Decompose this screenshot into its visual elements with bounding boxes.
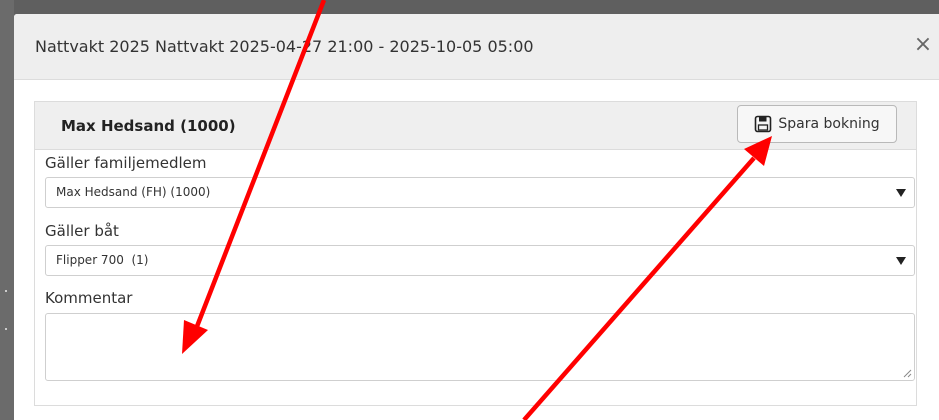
boat-label: Gäller båt <box>45 222 119 240</box>
close-button[interactable]: × <box>911 32 935 58</box>
page-backdrop <box>0 0 14 420</box>
save-booking-label: Spara bokning <box>778 116 880 132</box>
backdrop-dot <box>5 290 7 292</box>
boat-value: Flipper 700 (1) <box>56 253 149 267</box>
family-member-value: Max Hedsand (FH) (1000) <box>56 185 211 199</box>
family-member-label: Gäller familjemedlem <box>45 154 207 172</box>
floppy-disk-icon <box>754 115 772 133</box>
save-booking-button[interactable]: Spara bokning <box>737 105 897 143</box>
family-member-select[interactable]: Max Hedsand (FH) (1000) <box>45 177 915 208</box>
resize-grip-icon[interactable] <box>903 369 912 378</box>
booking-panel: Max Hedsand (1000) Spara bokning Gäller … <box>34 101 917 406</box>
comment-textarea[interactable] <box>45 313 915 381</box>
panel-header: Max Hedsand (1000) Spara bokning <box>35 102 916 150</box>
booking-modal: Nattvakt 2025 Nattvakt 2025-04-27 21:00 … <box>14 14 939 420</box>
comment-label: Kommentar <box>45 289 133 307</box>
chevron-down-icon <box>896 189 906 197</box>
modal-header: Nattvakt 2025 Nattvakt 2025-04-27 21:00 … <box>14 14 939 80</box>
backdrop-dot <box>5 328 7 330</box>
modal-title: Nattvakt 2025 Nattvakt 2025-04-27 21:00 … <box>35 37 534 56</box>
member-name: Max Hedsand (1000) <box>61 117 236 135</box>
boat-select[interactable]: Flipper 700 (1) <box>45 245 915 276</box>
chevron-down-icon <box>896 257 906 265</box>
